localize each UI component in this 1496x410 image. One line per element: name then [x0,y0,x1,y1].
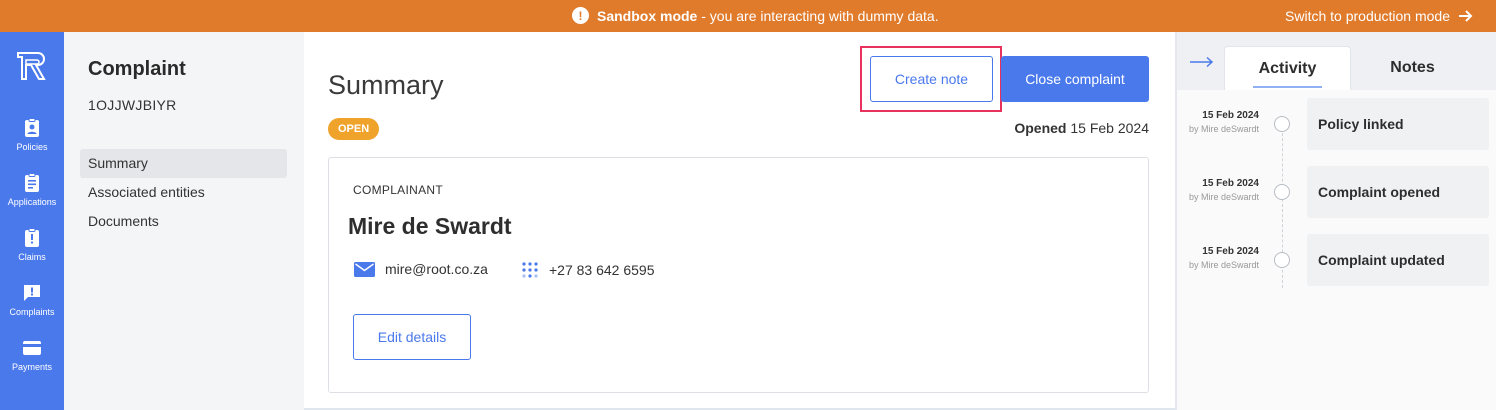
create-note-button[interactable]: Create note [870,56,993,102]
complainant-card: COMPLAINANT Mire de Swardt mire@root.co.… [328,157,1149,393]
activity-date: 15 Feb 2024 [1202,178,1259,189]
mail-icon [354,261,375,277]
phone-value: +27 83 642 6595 [549,262,655,278]
email-value: mire@root.co.za [385,261,488,277]
close-complaint-button[interactable]: Close complaint [1001,56,1149,102]
page-title: Summary [328,70,444,100]
opened-label: Opened [1014,120,1067,136]
activity-author: by Mire deSwardt [1188,260,1259,270]
sandbox-message-text: - you are interacting with dummy data. [697,7,939,24]
complainant-name: Mire de Swardt [348,213,512,239]
main-content: Summary OPEN Create note Close complaint… [304,32,1174,410]
tab-activity[interactable]: Activity [1224,46,1351,90]
claims-icon [25,228,39,247]
complaints-icon [24,285,40,301]
activity-item-complaint-updated[interactable]: Complaint updated [1307,234,1489,286]
activity-item-complaint-opened[interactable]: Complaint opened [1307,166,1489,218]
root-logo-icon[interactable] [15,50,47,82]
activity-author: by Mire deSwardt [1188,192,1259,202]
timeline-dot [1274,252,1290,268]
timeline-dot [1274,116,1290,132]
rail-item-label: Claims [18,252,46,262]
rail-item-policies[interactable]: Policies [0,118,64,152]
switch-label: Switch to production mode [1285,8,1450,24]
complainant-section-label: COMPLAINANT [353,183,443,197]
warning-icon: ! [572,7,589,24]
opened-date-value: 15 Feb 2024 [1070,120,1149,136]
tab-notes-label: Notes [1390,59,1435,76]
activity-date: 15 Feb 2024 [1202,246,1259,257]
applications-icon [25,173,39,192]
rail-item-applications[interactable]: Applications [0,173,64,207]
tab-notes[interactable]: Notes [1351,46,1474,90]
phone-keypad-icon [522,262,538,278]
payments-icon [23,341,41,355]
sandbox-mode-label: Sandbox mode [597,7,698,24]
complainant-email: mire@root.co.za [354,261,488,277]
active-tab-indicator [1253,86,1322,88]
rail-item-payments[interactable]: Payments [0,338,64,372]
status-badge: OPEN [328,118,380,140]
switch-to-production-link[interactable]: Switch to production mode [1285,8,1474,24]
panel-tab-bar: Activity Notes [1177,32,1496,90]
tab-activity-label: Activity [1258,59,1317,77]
arrow-right-icon [1459,10,1473,22]
subnav-item-documents[interactable]: Documents [80,207,287,236]
timeline-dot [1274,184,1290,200]
opened-date: Opened 15 Feb 2024 [1014,120,1149,136]
subnav-item-summary[interactable]: Summary [80,149,287,178]
sandbox-banner: ! Sandbox mode - you are interacting wit… [0,0,1496,32]
rail-item-label: Policies [16,142,48,152]
complainant-phone: +27 83 642 6595 [521,261,655,279]
subnav-item-associated-entities[interactable]: Associated entities [80,178,287,207]
policies-icon [25,118,39,137]
activity-author: by Mire deSwardt [1188,124,1259,134]
rail-item-claims[interactable]: Claims [0,228,64,262]
activity-panel: Activity Notes 15 Feb 2024 by Mire deSwa… [1175,32,1496,410]
activity-date: 15 Feb 2024 [1202,110,1259,121]
collapse-panel-icon[interactable] [1189,56,1215,68]
complaint-subnav: Complaint 1OJJWJBIYR Summary Associated … [64,32,304,410]
app-rail: Policies Applications Claims Complaints … [0,32,64,410]
activity-item-policy-linked[interactable]: Policy linked [1307,98,1489,150]
rail-item-label: Payments [11,362,53,372]
complaint-heading: Complaint [88,58,186,80]
rail-item-label: Applications [7,197,57,207]
complaint-id: 1OJJWJBIYR [88,97,177,113]
edit-details-button[interactable]: Edit details [353,314,471,360]
sandbox-message: ! Sandbox mode - you are interacting wit… [572,7,939,24]
rail-item-complaints[interactable]: Complaints [0,283,64,317]
rail-item-label: Complaints [9,307,55,317]
